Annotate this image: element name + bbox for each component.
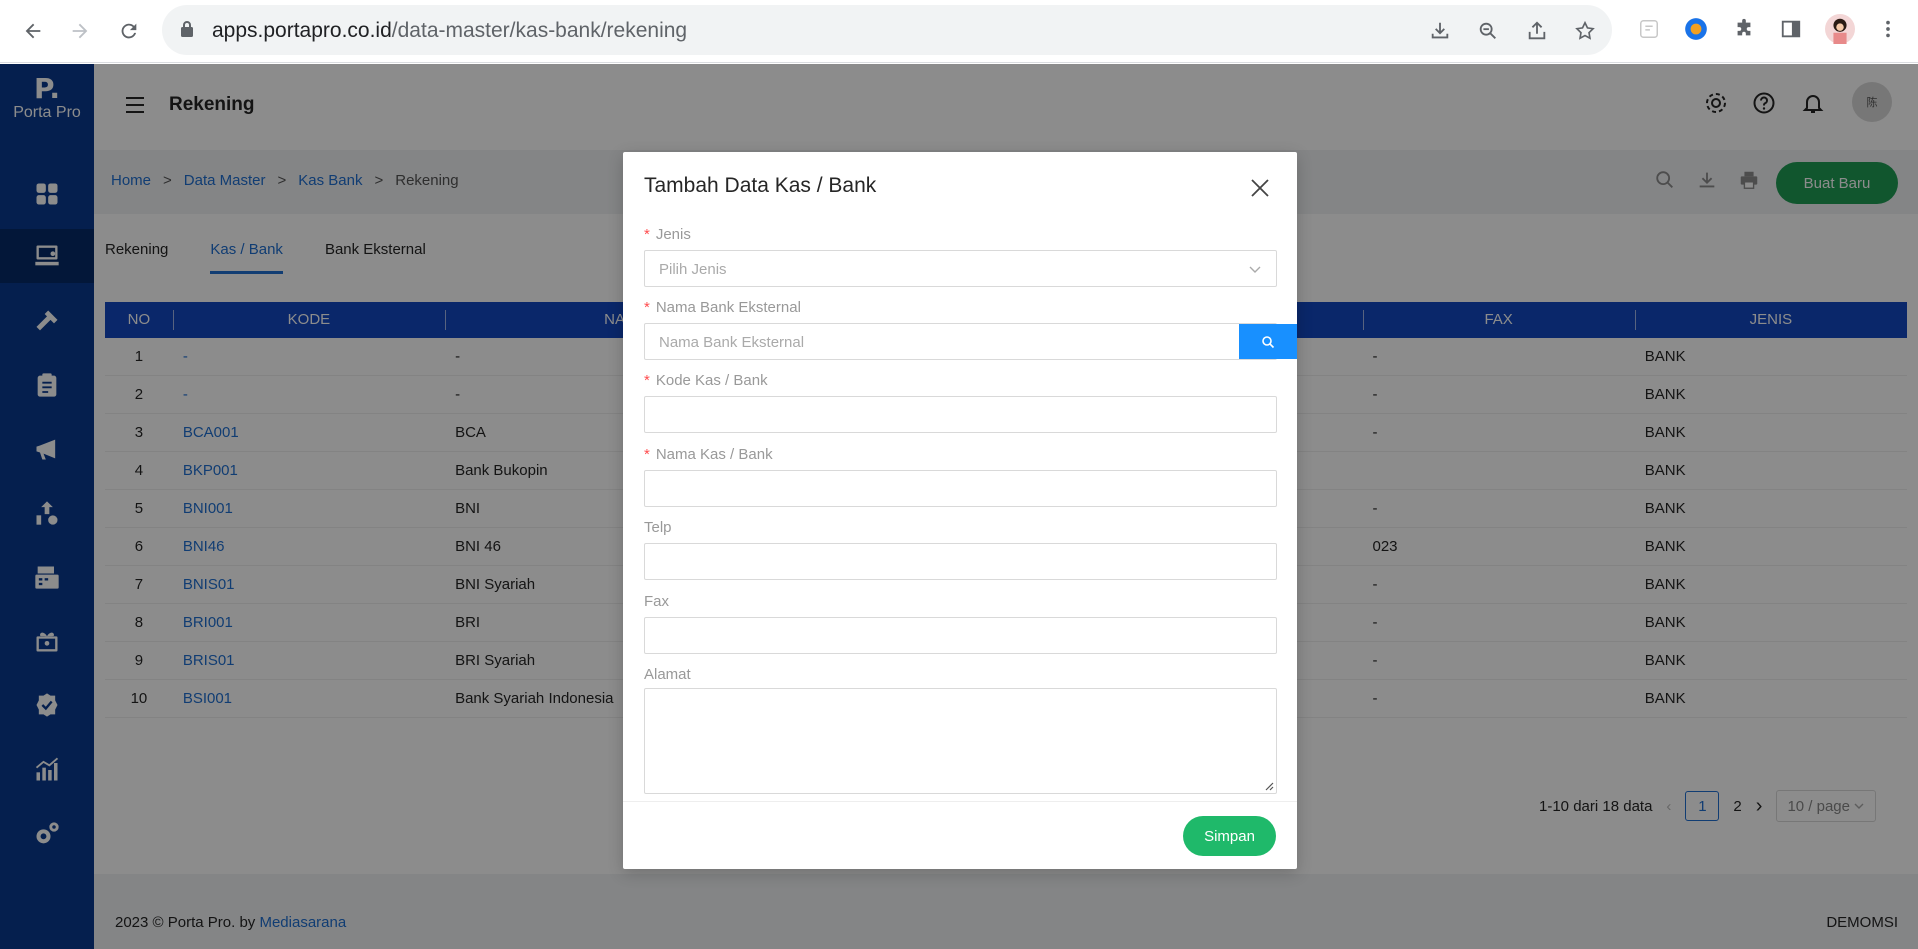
bank-eksternal-placeholder: Nama Bank Eksternal [659, 334, 805, 351]
bank-eksternal-input[interactable]: Nama Bank Eksternal [644, 323, 1297, 360]
extension-icon[interactable] [1634, 14, 1664, 44]
lock-icon [181, 21, 193, 37]
alamat-label: Alamat [644, 666, 691, 683]
vpn-extension-icon[interactable] [1681, 14, 1711, 44]
share-icon[interactable] [1523, 17, 1551, 45]
close-icon[interactable] [1248, 176, 1272, 200]
chevron-down-icon [1249, 266, 1261, 273]
zoom-icon[interactable] [1474, 17, 1502, 45]
jenis-placeholder: Pilih Jenis [659, 261, 727, 278]
alamat-textarea[interactable] [644, 688, 1277, 794]
url-text: apps.portapro.co.id/data-master/kas-bank… [212, 19, 688, 42]
kode-kas-bank-label: * Kode Kas / Bank [644, 372, 768, 389]
forward-icon[interactable] [63, 14, 97, 48]
reload-icon[interactable] [112, 14, 146, 48]
modal-footer-divider [623, 801, 1297, 802]
side-panel-icon[interactable] [1776, 14, 1806, 44]
profile-avatar[interactable] [1825, 14, 1855, 44]
jenis-select[interactable]: Pilih Jenis [644, 250, 1277, 287]
fax-input[interactable] [644, 617, 1277, 654]
install-app-icon[interactable] [1426, 17, 1454, 45]
resize-grip-icon[interactable] [1262, 779, 1274, 791]
bank-eksternal-label: * Nama Bank Eksternal [644, 299, 801, 316]
telp-label: Telp [644, 519, 672, 536]
fax-label: Fax [644, 593, 670, 610]
browser-menu-icon[interactable] [1873, 14, 1903, 44]
extensions-puzzle-icon[interactable] [1729, 14, 1759, 44]
nama-kas-bank-label: * Nama Kas / Bank [644, 446, 773, 463]
bookmark-star-icon[interactable] [1571, 17, 1599, 45]
jenis-label: * Jenis [644, 226, 691, 243]
bank-eksternal-search-button[interactable] [1239, 324, 1297, 359]
address-bar[interactable]: apps.portapro.co.id/data-master/kas-bank… [162, 5, 1612, 55]
search-icon [1262, 335, 1275, 348]
back-icon[interactable] [16, 14, 50, 48]
add-kas-bank-modal: Tambah Data Kas / Bank * Jenis Pilih Jeni… [623, 152, 1297, 869]
browser-toolbar: apps.portapro.co.id/data-master/kas-bank… [0, 0, 1918, 63]
modal-title: Tambah Data Kas / Bank [644, 174, 877, 197]
telp-input[interactable] [644, 543, 1277, 580]
nama-kas-bank-input[interactable] [644, 470, 1277, 507]
save-button[interactable]: Simpan [1183, 816, 1276, 856]
kode-kas-bank-input[interactable] [644, 396, 1277, 433]
